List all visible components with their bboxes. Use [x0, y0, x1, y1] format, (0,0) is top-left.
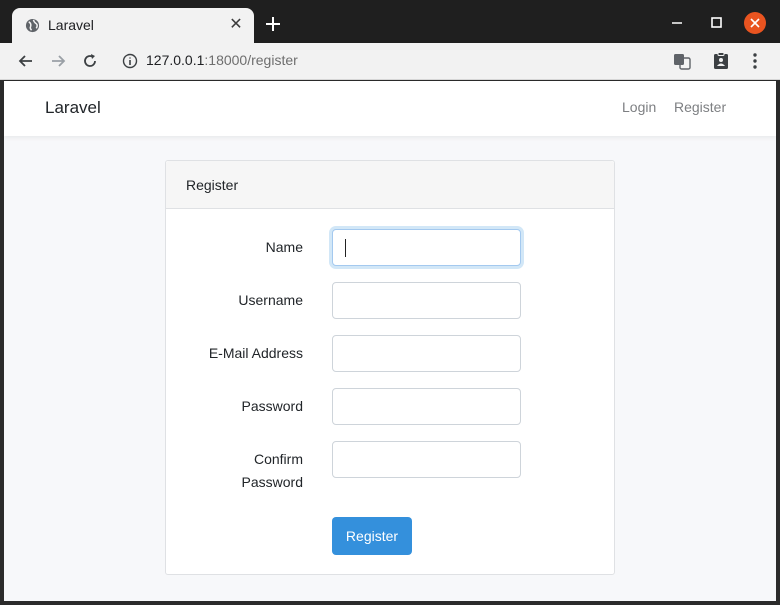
browser-titlebar: Laravel ✕ [0, 0, 780, 43]
maximize-icon[interactable] [705, 12, 727, 34]
register-submit-button[interactable]: Register [332, 517, 412, 555]
nav-login-link[interactable]: Login [622, 99, 656, 115]
card-title: Register [186, 177, 239, 193]
confirm-password-label: Confirm Password [241, 451, 303, 490]
translate-icon[interactable] [672, 51, 692, 71]
forward-arrow-icon[interactable] [48, 51, 68, 71]
globe-icon [25, 18, 40, 33]
browser-tab[interactable]: Laravel ✕ [12, 8, 254, 43]
email-input[interactable] [332, 335, 521, 372]
page-viewport: Laravel Login Register Register Name Use… [4, 81, 776, 601]
name-label: Name [265, 239, 303, 255]
tab-title: Laravel [48, 17, 94, 33]
new-tab-icon[interactable] [262, 13, 284, 35]
text-caret [345, 239, 346, 257]
browser-toolbar: 127.0.0.1:18000/register [0, 43, 780, 80]
menu-dots-icon[interactable] [745, 51, 765, 71]
minimize-icon[interactable] [666, 12, 688, 34]
site-navbar: Laravel Login Register [4, 81, 776, 136]
password-input[interactable] [332, 388, 521, 425]
back-arrow-icon[interactable] [16, 51, 36, 71]
register-card: Register Name Username E-Mail Address Pa… [165, 160, 615, 575]
reload-icon[interactable] [80, 51, 100, 71]
password-label: Password [241, 398, 303, 414]
window-close-button[interactable] [744, 12, 766, 34]
username-input[interactable] [332, 282, 521, 319]
username-label: Username [238, 292, 303, 308]
name-input[interactable] [332, 229, 521, 266]
nav-register-link[interactable]: Register [674, 99, 726, 115]
url-path: :18000/register [204, 52, 298, 68]
site-brand[interactable]: Laravel [45, 98, 101, 118]
clipboard-icon[interactable] [711, 51, 731, 71]
address-bar[interactable]: 127.0.0.1:18000/register [146, 52, 298, 68]
card-header: Register [166, 161, 614, 209]
info-icon[interactable] [120, 51, 140, 71]
tab-close-icon[interactable]: ✕ [228, 16, 244, 32]
url-host: 127.0.0.1 [146, 52, 205, 68]
close-icon [750, 18, 760, 28]
confirm-password-input[interactable] [332, 441, 521, 478]
email-label: E-Mail Address [208, 345, 303, 361]
